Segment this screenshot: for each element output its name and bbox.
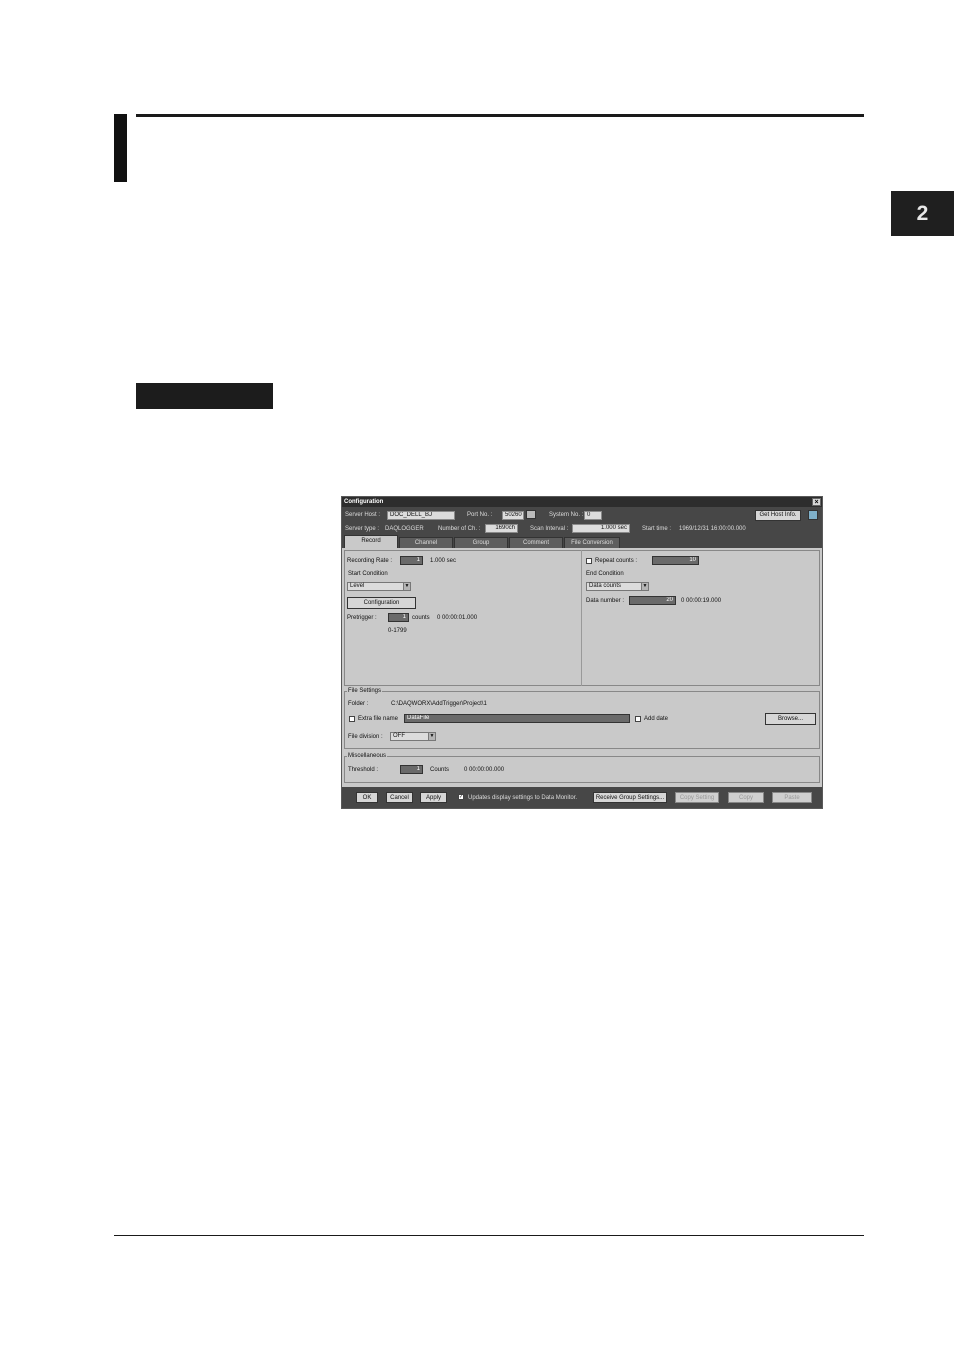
add-date-label: Add date	[644, 716, 669, 722]
file-division-label: File division :	[348, 734, 383, 740]
system-label: System No. :	[549, 512, 584, 518]
browse-button[interactable]: Browse...	[765, 713, 816, 725]
cancel-button[interactable]: Cancel	[386, 792, 413, 803]
apply-button[interactable]: Apply	[420, 792, 447, 803]
bottom-rule	[114, 1235, 864, 1236]
recording-rate-input[interactable]: 1	[400, 556, 423, 565]
folder-label: Folder :	[348, 701, 369, 707]
top-rule	[136, 114, 864, 117]
data-number-input[interactable]: 20	[629, 596, 676, 605]
header-row-1: Server Host : DOC_DELL_BJ Port No. : 502…	[342, 507, 822, 523]
tab-strip: Record Channel Group Comment File Conver…	[342, 534, 822, 548]
paste-button[interactable]: Paste	[772, 792, 812, 803]
start-condition-value: Level	[350, 583, 365, 589]
dialog-titlebar: Configuration ×	[342, 497, 822, 507]
num-ch-label: Number of Ch. :	[438, 526, 481, 532]
tab-record[interactable]: Record	[344, 535, 398, 548]
system-input[interactable]: 0	[584, 511, 602, 520]
pretrigger-range: 0-1799	[388, 628, 407, 634]
start-condition-title: Start Condition	[348, 571, 388, 577]
pretrigger-unit: counts	[412, 615, 430, 621]
panel-divider	[581, 550, 582, 686]
section-heading-bar	[136, 383, 273, 409]
repeat-counts-checkbox[interactable]	[586, 558, 592, 564]
pretrigger-label: Pretrigger :	[347, 615, 377, 621]
end-condition-value: Data counts	[589, 583, 622, 589]
recording-rate-label: Recording Rate :	[347, 558, 393, 564]
copy-button[interactable]: Copy	[728, 792, 764, 803]
server-type-value: DAQLOGGER	[385, 526, 424, 532]
file-division-value: OFF	[393, 733, 405, 739]
end-condition-select[interactable]: Data counts ▼	[586, 582, 649, 591]
pretrigger-input[interactable]: 1	[388, 613, 409, 622]
get-host-info-button[interactable]: Get Host Info.	[755, 510, 801, 521]
port-label: Port No. :	[467, 512, 493, 518]
file-division-select[interactable]: OFF ▼	[390, 732, 436, 741]
copy-setting-button[interactable]: Copy Setting	[675, 792, 719, 803]
add-date-checkbox[interactable]	[635, 716, 641, 722]
header-row-2: Server type : DAQLOGGER Number of Ch. : …	[342, 523, 822, 534]
num-ch-value: 1690ch	[485, 524, 518, 533]
configuration-button[interactable]: Configuration	[347, 597, 416, 609]
chapter-tab: 2	[891, 191, 954, 236]
scan-interval-value: 1.000 sec	[572, 524, 630, 533]
recording-rate-unit: 1.000 sec	[430, 558, 457, 564]
repeat-counts-label: Repeat counts :	[595, 558, 638, 564]
threshold-unit: Counts	[430, 767, 450, 773]
server-type-label: Server type :	[345, 526, 380, 532]
close-icon[interactable]: ×	[812, 498, 821, 506]
threshold-input[interactable]: 1	[400, 765, 423, 774]
data-number-time: 0 00:00:19.000	[681, 598, 722, 604]
update-display-label: Updates display settings to Data Monitor…	[468, 795, 578, 801]
dialog-footer: OK Cancel Apply ✓ Updates display settin…	[342, 787, 822, 808]
extra-file-name-input[interactable]: DataFile	[404, 714, 630, 723]
tab-group[interactable]: Group	[454, 537, 508, 548]
ok-button[interactable]: OK	[356, 792, 378, 803]
update-display-checkbox[interactable]: ✓	[458, 794, 464, 800]
server-host-label: Server Host :	[345, 512, 381, 518]
file-settings-title: File Settings	[347, 688, 383, 695]
start-condition-select[interactable]: Level ▼	[347, 582, 411, 591]
port-select-icon[interactable]	[526, 510, 536, 519]
server-host-input[interactable]: DOC_DELL_BJ	[387, 511, 455, 520]
start-time-label: Start time :	[642, 526, 672, 532]
misc-title: Miscellaneous	[347, 753, 388, 760]
extra-file-name-label: Extra file name	[358, 716, 399, 722]
pretrigger-time: 0 00:00:01.000	[437, 615, 478, 621]
dialog-title: Configuration	[344, 499, 384, 505]
receive-group-settings-button[interactable]: Receive Group Settings...	[593, 792, 667, 803]
folder-value: C:\DAQWORX\AddTrigger\Project\1	[391, 701, 487, 707]
repeat-counts-input[interactable]: 10	[652, 556, 699, 565]
configuration-dialog: Configuration × Server Host : DOC_DELL_B…	[341, 496, 823, 809]
port-input[interactable]: 50260	[502, 511, 524, 520]
threshold-time: 0 00:00:00.000	[464, 767, 505, 773]
chapter-marker-bar	[114, 114, 127, 182]
end-condition-title: End Condition	[586, 571, 624, 577]
tab-channel[interactable]: Channel	[399, 537, 453, 548]
data-number-label: Data number :	[586, 598, 625, 604]
chevron-down-icon: ▼	[403, 583, 410, 590]
tab-file-conversion[interactable]: File Conversion	[564, 537, 620, 548]
monitor-icon[interactable]	[808, 510, 818, 520]
threshold-label: Threshold :	[348, 767, 379, 773]
start-time-value: 1969/12/31 16:00:00.000	[679, 526, 746, 532]
chevron-down-icon: ▼	[641, 583, 648, 590]
chevron-down-icon: ▼	[428, 733, 435, 740]
extra-file-name-checkbox[interactable]	[349, 716, 355, 722]
tab-comment[interactable]: Comment	[509, 537, 563, 548]
scan-interval-label: Scan Interval :	[530, 526, 569, 532]
